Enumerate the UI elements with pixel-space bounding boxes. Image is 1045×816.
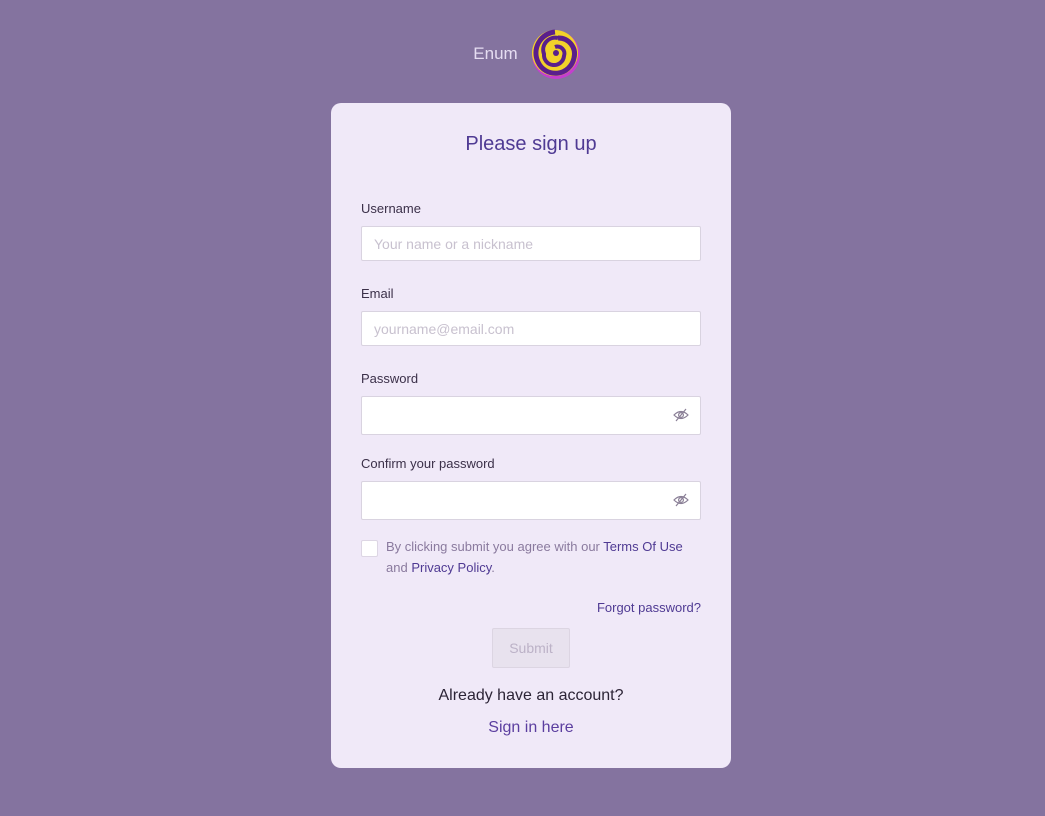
eye-slash-icon[interactable] xyxy=(673,408,689,422)
consent-checkbox[interactable] xyxy=(361,540,378,557)
forgot-password-link[interactable]: Forgot password? xyxy=(597,600,701,615)
signup-card: Please sign up Username Email Password C… xyxy=(331,103,731,768)
already-have-account-text: Already have an account? xyxy=(438,687,624,704)
terms-link[interactable]: Terms Of Use xyxy=(603,539,682,554)
consent-text-after: . xyxy=(491,560,495,575)
consent-row: By clicking submit you agree with our Te… xyxy=(361,539,701,578)
brand-name: Enum xyxy=(473,44,518,63)
email-group: Email xyxy=(361,286,701,346)
confirm-password-group: Confirm your password xyxy=(361,456,701,520)
username-group: Username xyxy=(361,201,701,261)
privacy-link[interactable]: Privacy Policy xyxy=(411,560,491,575)
spiral-logo-icon xyxy=(531,29,580,79)
password-label: Password xyxy=(361,371,419,386)
sign-in-link[interactable]: Sign in here xyxy=(331,719,731,737)
email-input[interactable] xyxy=(361,311,701,346)
username-label: Username xyxy=(361,201,421,216)
password-group: Password xyxy=(361,371,701,435)
username-input[interactable] xyxy=(361,226,701,261)
brand-header: Enum xyxy=(0,28,1045,80)
eye-slash-icon[interactable] xyxy=(673,493,689,507)
consent-text-before: By clicking submit you agree with our xyxy=(386,539,604,554)
page-title: Please sign up xyxy=(465,133,597,155)
confirm-password-label: Confirm your password xyxy=(361,456,495,471)
consent-text-middle: and xyxy=(386,560,412,575)
consent-text: By clicking submit you agree with our Te… xyxy=(386,536,701,578)
confirm-password-input[interactable] xyxy=(361,481,701,520)
password-input[interactable] xyxy=(361,396,701,435)
email-label: Email xyxy=(361,286,394,301)
submit-button[interactable]: Submit xyxy=(492,628,570,668)
